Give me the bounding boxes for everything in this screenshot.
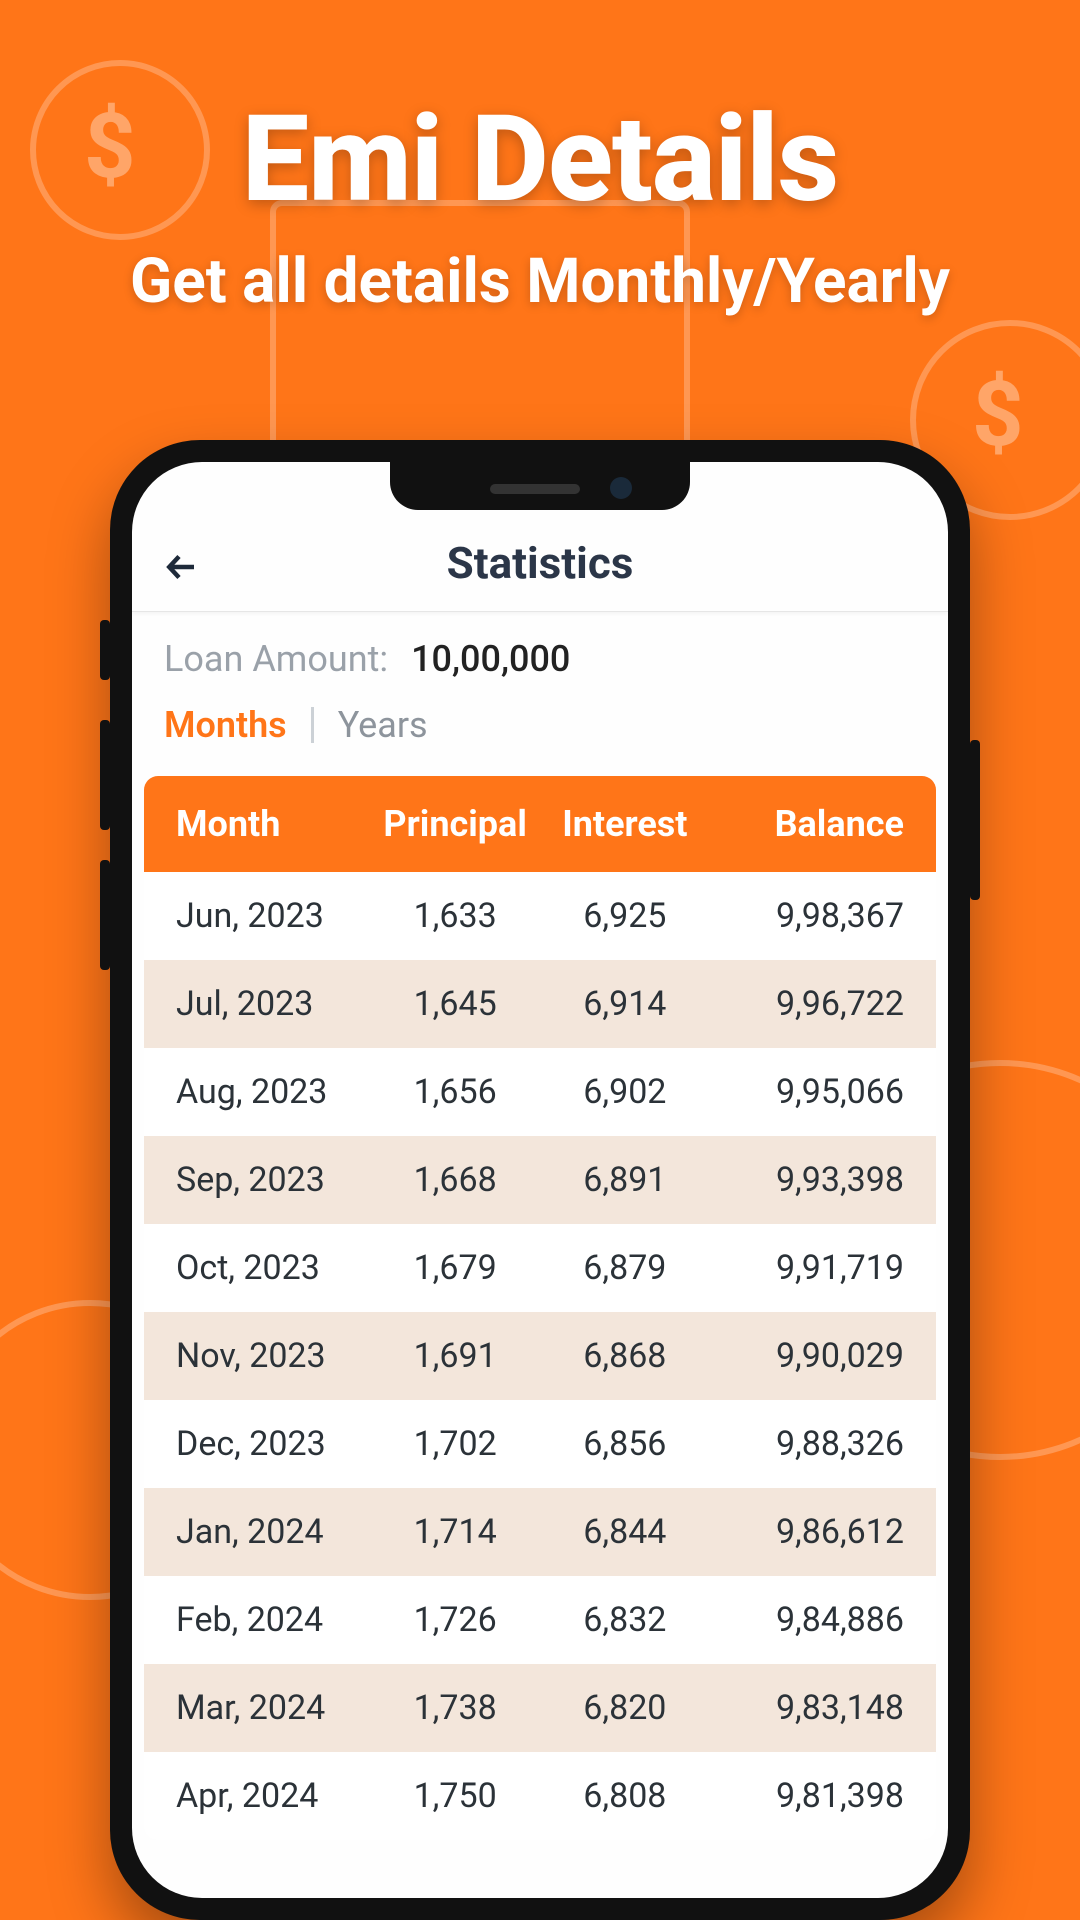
table-row[interactable]: Mar, 20241,7386,8209,83,148 bbox=[144, 1664, 936, 1752]
header-month: Month bbox=[162, 803, 370, 845]
loan-amount-value: 10,00,000 bbox=[411, 638, 570, 680]
cell-c3: 6,891 bbox=[540, 1160, 710, 1200]
table-row[interactable]: Jun, 20231,6336,9259,98,367 bbox=[144, 872, 936, 960]
cell-c1: Aug, 2023 bbox=[162, 1072, 370, 1112]
cell-c3: 6,879 bbox=[540, 1248, 710, 1288]
cell-c4: 9,96,722 bbox=[710, 984, 918, 1024]
page-title: Statistics bbox=[132, 537, 948, 589]
emi-table: Month Principal Interest Balance Jun, 20… bbox=[144, 776, 936, 1840]
table-row[interactable]: Apr, 20241,7506,8089,81,398 bbox=[144, 1752, 936, 1840]
cell-c4: 9,86,612 bbox=[710, 1512, 918, 1552]
cell-c4: 9,93,398 bbox=[710, 1160, 918, 1200]
cell-c2: 1,750 bbox=[370, 1776, 540, 1816]
back-button[interactable] bbox=[158, 543, 206, 591]
back-arrow-icon bbox=[164, 549, 200, 585]
promo-title: Emi Details bbox=[0, 90, 1080, 230]
cell-c2: 1,691 bbox=[370, 1336, 540, 1376]
content-area: Loan Amount: 10,00,000 Months Years Mont… bbox=[132, 612, 948, 1840]
cell-c3: 6,844 bbox=[540, 1512, 710, 1552]
cell-c4: 9,83,148 bbox=[710, 1688, 918, 1728]
tab-years[interactable]: Years bbox=[338, 704, 428, 746]
phone-side-button-icon bbox=[100, 720, 110, 830]
cell-c2: 1,714 bbox=[370, 1512, 540, 1552]
cell-c1: Feb, 2024 bbox=[162, 1600, 370, 1640]
cell-c1: Dec, 2023 bbox=[162, 1424, 370, 1464]
cell-c2: 1,645 bbox=[370, 984, 540, 1024]
cell-c1: Sep, 2023 bbox=[162, 1160, 370, 1200]
cell-c3: 6,925 bbox=[540, 896, 710, 936]
cell-c2: 1,668 bbox=[370, 1160, 540, 1200]
period-tabs: Months Years bbox=[132, 704, 948, 776]
cell-c4: 9,88,326 bbox=[710, 1424, 918, 1464]
cell-c1: Nov, 2023 bbox=[162, 1336, 370, 1376]
cell-c2: 1,738 bbox=[370, 1688, 540, 1728]
cell-c2: 1,726 bbox=[370, 1600, 540, 1640]
cell-c2: 1,679 bbox=[370, 1248, 540, 1288]
phone-side-button-icon bbox=[100, 860, 110, 970]
loan-amount-label: Loan Amount: bbox=[164, 638, 388, 680]
header-balance: Balance bbox=[710, 803, 918, 845]
cell-c1: Jun, 2023 bbox=[162, 896, 370, 936]
table-row[interactable]: Nov, 20231,6916,8689,90,029 bbox=[144, 1312, 936, 1400]
cell-c4: 9,91,719 bbox=[710, 1248, 918, 1288]
loan-amount-row: Loan Amount: 10,00,000 bbox=[132, 638, 948, 704]
cell-c3: 6,856 bbox=[540, 1424, 710, 1464]
cell-c3: 6,808 bbox=[540, 1776, 710, 1816]
cell-c3: 6,820 bbox=[540, 1688, 710, 1728]
table-row[interactable]: Oct, 20231,6796,8799,91,719 bbox=[144, 1224, 936, 1312]
cell-c4: 9,90,029 bbox=[710, 1336, 918, 1376]
table-row[interactable]: Jan, 20241,7146,8449,86,612 bbox=[144, 1488, 936, 1576]
phone-screen: Statistics Loan Amount: 10,00,000 Months… bbox=[132, 462, 948, 1898]
table-row[interactable]: Feb, 20241,7266,8329,84,886 bbox=[144, 1576, 936, 1664]
cell-c1: Jan, 2024 bbox=[162, 1512, 370, 1552]
phone-frame: Statistics Loan Amount: 10,00,000 Months… bbox=[110, 440, 970, 1920]
cell-c1: Apr, 2024 bbox=[162, 1776, 370, 1816]
cell-c2: 1,656 bbox=[370, 1072, 540, 1112]
cell-c3: 6,914 bbox=[540, 984, 710, 1024]
table-row[interactable]: Dec, 20231,7026,8569,88,326 bbox=[144, 1400, 936, 1488]
header-principal: Principal bbox=[370, 803, 540, 845]
phone-notch-icon bbox=[390, 462, 690, 510]
table-row[interactable]: Sep, 20231,6686,8919,93,398 bbox=[144, 1136, 936, 1224]
table-header: Month Principal Interest Balance bbox=[144, 776, 936, 872]
cell-c2: 1,702 bbox=[370, 1424, 540, 1464]
cell-c2: 1,633 bbox=[370, 896, 540, 936]
phone-side-button-icon bbox=[100, 620, 110, 680]
cell-c4: 9,84,886 bbox=[710, 1600, 918, 1640]
table-row[interactable]: Jul, 20231,6456,9149,96,722 bbox=[144, 960, 936, 1048]
cell-c1: Mar, 2024 bbox=[162, 1688, 370, 1728]
tab-months[interactable]: Months bbox=[164, 704, 287, 746]
cell-c1: Jul, 2023 bbox=[162, 984, 370, 1024]
table-row[interactable]: Aug, 20231,6566,9029,95,066 bbox=[144, 1048, 936, 1136]
cell-c3: 6,868 bbox=[540, 1336, 710, 1376]
cell-c4: 9,95,066 bbox=[710, 1072, 918, 1112]
cell-c3: 6,902 bbox=[540, 1072, 710, 1112]
tab-divider-icon bbox=[311, 707, 314, 743]
cell-c1: Oct, 2023 bbox=[162, 1248, 370, 1288]
cell-c4: 9,98,367 bbox=[710, 896, 918, 936]
phone-side-button-icon bbox=[970, 740, 980, 900]
promo-subtitle: Get all details Monthly/Yearly bbox=[0, 245, 1080, 318]
cell-c3: 6,832 bbox=[540, 1600, 710, 1640]
cell-c4: 9,81,398 bbox=[710, 1776, 918, 1816]
header-interest: Interest bbox=[540, 803, 710, 845]
